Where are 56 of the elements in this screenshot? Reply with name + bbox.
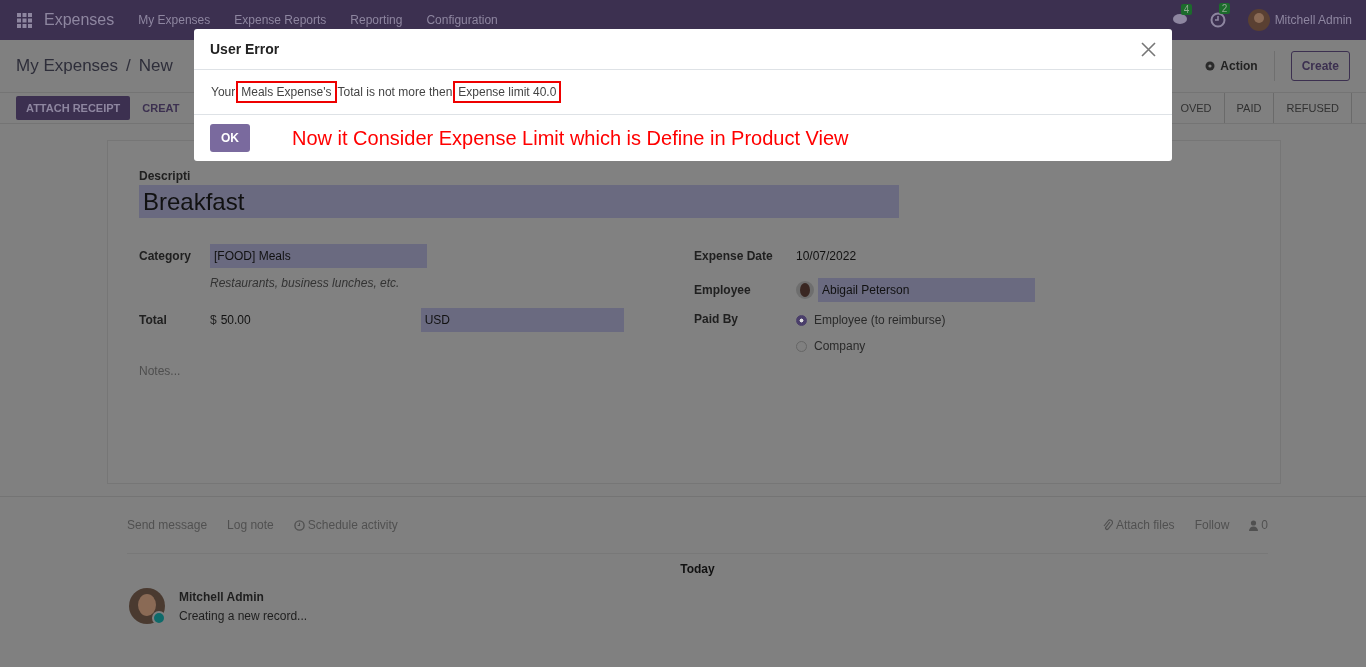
status-stage[interactable]: PAID	[1224, 93, 1275, 123]
employee-field[interactable]: Abigail Peterson	[818, 278, 1035, 302]
field-label: Paid By	[694, 312, 739, 326]
create-button[interactable]: Create	[1290, 51, 1350, 81]
currency-symbol: $	[210, 313, 217, 327]
chat-icon[interactable]	[1171, 13, 1188, 27]
attach-receipt-button[interactable]: ATTACH RECEIPT	[16, 96, 131, 120]
author-avatar-icon	[129, 588, 167, 626]
radio-label[interactable]: Employee (to reimburse)	[814, 313, 946, 327]
dialog-title: User Error	[210, 41, 280, 57]
date-separator: Today	[679, 562, 716, 576]
paperclip-icon	[1102, 519, 1113, 531]
create-report-button[interactable]: CREAT	[142, 102, 180, 114]
field-label: Category	[139, 249, 192, 263]
field-label: Total	[139, 313, 168, 327]
breadcrumb-current: New	[138, 56, 173, 76]
message-text: Creating a new record...	[179, 609, 308, 623]
radio-button[interactable]	[796, 314, 807, 326]
expense-date-field[interactable]: 10/07/2022	[796, 249, 857, 263]
status-stage[interactable]: REFUSED	[1274, 93, 1352, 123]
action-menu[interactable]: Action	[1204, 51, 1275, 81]
app-name[interactable]: Expenses	[44, 11, 115, 29]
menu-item[interactable]: Expense Reports	[234, 13, 327, 27]
apps-menu-icon[interactable]	[17, 12, 32, 28]
message-author: Mitchell Admin	[179, 590, 265, 604]
description-field[interactable]: Breakfast	[139, 185, 899, 218]
person-icon	[1249, 519, 1259, 531]
error-message-text: Meals Expense's	[236, 81, 337, 103]
employee-avatar-icon	[796, 281, 814, 299]
category-field[interactable]: [FOOD] Meals	[210, 244, 427, 268]
error-message-text: Your	[210, 84, 237, 101]
field-label: Expense Date	[694, 249, 774, 263]
error-message-text: Expense limit 40.0	[453, 81, 562, 103]
total-field[interactable]: 50.00	[220, 313, 421, 327]
category-hint: Restaurants, business lunches, etc.	[210, 276, 401, 292]
user-avatar-icon[interactable]	[1247, 9, 1270, 31]
user-name[interactable]: Mitchell Admin	[1274, 13, 1352, 27]
close-icon[interactable]	[1141, 41, 1156, 57]
clock-icon	[293, 519, 305, 531]
annotation-text: Now it Consider Expense Limit which is Define in Product View	[292, 126, 849, 150]
error-message-text: Total is not more then	[336, 84, 454, 101]
menu-item[interactable]: Configuration	[426, 13, 498, 27]
breadcrumb-separator: /	[126, 56, 131, 76]
ok-button[interactable]: OK	[210, 124, 250, 152]
gear-icon	[1204, 60, 1217, 72]
menu-item[interactable]: Reporting	[350, 13, 403, 27]
field-label: Employee	[694, 283, 752, 297]
field-label: Descripti	[139, 169, 192, 183]
clock-icon[interactable]	[1209, 12, 1226, 28]
radio-label[interactable]: Company	[814, 339, 866, 353]
menu-item[interactable]: My Expenses	[138, 13, 211, 27]
currency-field[interactable]: USD	[420, 308, 624, 332]
message-count-badge: 4	[1180, 4, 1193, 15]
radio-button[interactable]	[796, 340, 807, 352]
breadcrumb-link[interactable]: My Expenses	[16, 56, 119, 76]
activity-count-badge: 2	[1218, 3, 1231, 14]
